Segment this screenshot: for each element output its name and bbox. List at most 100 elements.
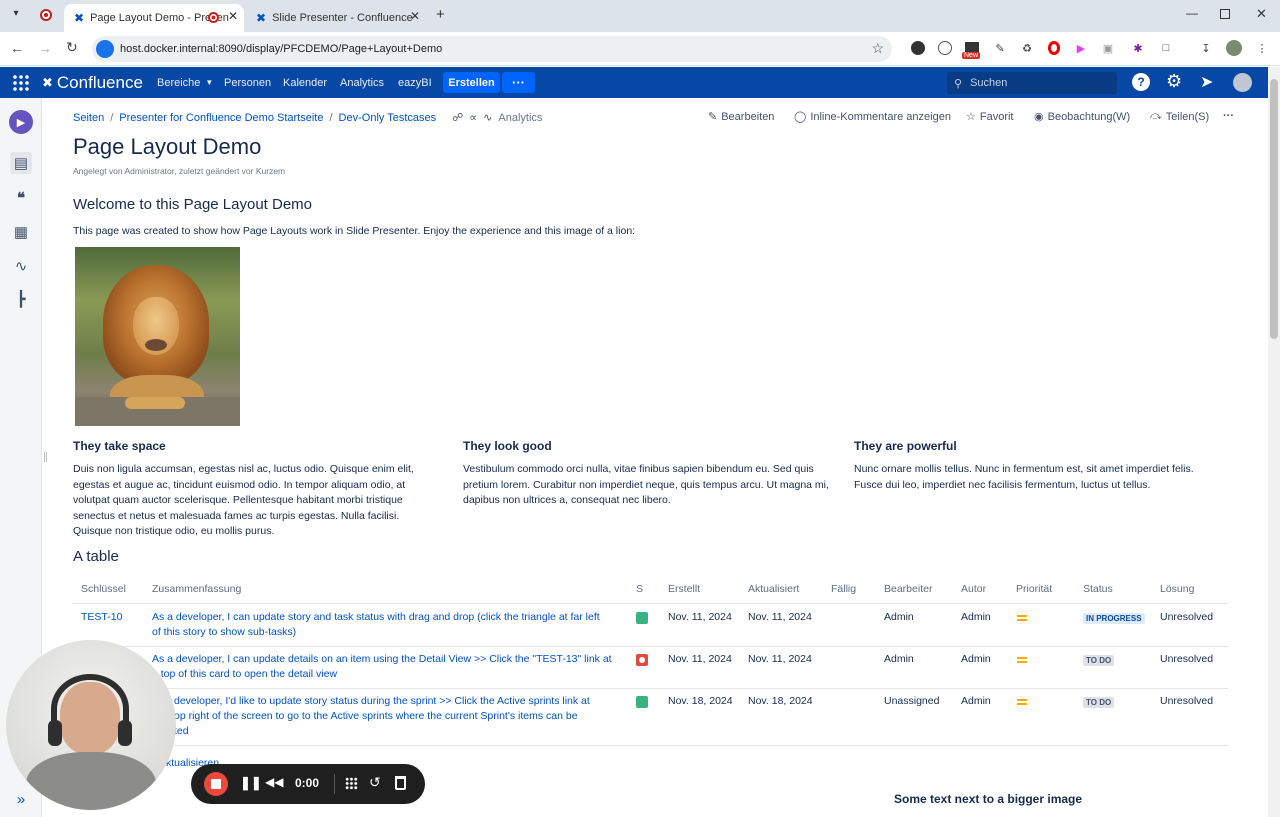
create-button[interactable]: Erstellen: [443, 72, 500, 93]
minimize-icon[interactable]: —: [1186, 6, 1198, 20]
presenter-app-icon[interactable]: ▶: [9, 110, 33, 134]
recording-icon[interactable]: [40, 9, 52, 21]
create-more-button[interactable]: ···: [502, 72, 535, 93]
pages-icon[interactable]: ▤: [10, 152, 32, 174]
watch-button[interactable]: ◉ Beobachtung(W): [1034, 110, 1130, 124]
scrollbar[interactable]: [1268, 67, 1280, 817]
settings-gear-icon[interactable]: ⚙: [1166, 71, 1182, 92]
maximize-icon[interactable]: [1220, 9, 1230, 19]
stop-recording-button[interactable]: [204, 772, 228, 796]
calendar-icon[interactable]: ▦: [10, 221, 32, 243]
favorite-button[interactable]: ☆ Favorit: [966, 110, 1014, 124]
status-badge: TO DO: [1083, 697, 1115, 708]
new-tab-icon[interactable]: +: [436, 6, 445, 23]
search-placeholder: Suchen: [970, 77, 1008, 89]
app-switcher-icon[interactable]: [12, 74, 30, 92]
lion-image[interactable]: [75, 247, 240, 426]
edit-button[interactable]: ✎ Bearbeiten: [708, 110, 774, 124]
summary-link[interactable]: developer, I'd like to update story stat…: [174, 695, 590, 707]
forward-icon[interactable]: →: [38, 40, 52, 56]
address-bar[interactable]: host.docker.internal:8090/display/PFCDEM…: [92, 36, 892, 62]
inline-comments-button[interactable]: ◯ Inline-Kommentare anzeigen: [794, 110, 951, 124]
more-actions-button[interactable]: ···: [1223, 110, 1234, 122]
extension-icon[interactable]: [937, 40, 953, 56]
analytics-icon[interactable]: ∿: [10, 255, 32, 277]
puzzle-icon[interactable]: □: [1158, 40, 1174, 56]
tree-icon[interactable]: ┣: [10, 288, 32, 310]
gear-extension-icon[interactable]: ✱: [1130, 40, 1146, 56]
profile-avatar[interactable]: [1226, 40, 1242, 56]
tab-page-layout-demo[interactable]: ✖ Page Layout Demo - Presen ✕: [64, 4, 244, 32]
breadcrumb-testcases[interactable]: Dev-Only Testcases: [339, 112, 437, 124]
rewind-button[interactable]: ◀◀: [265, 775, 283, 789]
breadcrumb-space-home[interactable]: Presenter for Confluence Demo Startseite: [119, 112, 323, 124]
nav-label: Analytics: [340, 76, 385, 89]
welcome-heading: Welcome to this Page Layout Demo: [73, 196, 313, 213]
col-header-assignee[interactable]: Bearbeiter: [884, 583, 932, 595]
col-header-due[interactable]: Fällig: [831, 583, 856, 595]
extension-icon[interactable]: [910, 40, 926, 56]
summary-link[interactable]: As a developer, I can update story and t…: [152, 611, 600, 623]
nav-personen[interactable]: Personen: [224, 67, 271, 98]
attachment-icon[interactable]: ∝: [469, 111, 477, 124]
unlock-icon[interactable]: ☍: [452, 111, 463, 124]
breadcrumb-seiten[interactable]: Seiten: [73, 112, 104, 124]
col-header-key[interactable]: Schlüssel: [81, 583, 126, 595]
summary-link[interactable]: of this story to show sub-tasks): [152, 626, 296, 638]
trash-icon[interactable]: [395, 776, 406, 790]
col-header-status[interactable]: Status: [1083, 583, 1113, 595]
grid-icon[interactable]: [345, 777, 358, 790]
column-heading: They take space: [73, 439, 166, 453]
close-tab-icon[interactable]: ✕: [228, 9, 238, 23]
pause-button[interactable]: ❚❚: [240, 775, 262, 791]
pen-extension-icon[interactable]: ✎: [992, 40, 1008, 56]
analytics-link[interactable]: Analytics: [498, 112, 542, 124]
col-header-created[interactable]: Erstellt: [668, 583, 700, 595]
user-avatar[interactable]: [1233, 73, 1252, 92]
assignee: Unassigned: [884, 695, 940, 707]
col-header-summary[interactable]: Zusammenfassung: [152, 583, 241, 595]
browser-menu-icon[interactable]: ⋮: [1254, 40, 1270, 56]
recycle-extension-icon[interactable]: ♻: [1019, 40, 1035, 56]
col-header-priority[interactable]: Priorität: [1016, 583, 1052, 595]
col-header-type[interactable]: S: [636, 583, 643, 595]
back-icon[interactable]: ←: [10, 40, 24, 56]
confluence-logo[interactable]: ✖ Confluence: [42, 67, 143, 98]
quote-icon[interactable]: ❝: [10, 187, 32, 209]
help-icon[interactable]: ?: [1132, 73, 1150, 91]
breadcrumb-separator: /: [329, 111, 333, 124]
bookmark-star-icon[interactable]: ☆: [871, 40, 884, 57]
col-header-author[interactable]: Autor: [961, 583, 986, 595]
summary-link[interactable]: op right of the screen to go to the Acti…: [174, 710, 578, 722]
reload-icon[interactable]: ↻: [66, 39, 78, 56]
table-heading: A table: [73, 548, 119, 565]
summary-link[interactable]: e top of this card to open the detail vi…: [152, 668, 337, 680]
close-window-icon[interactable]: ✕: [1256, 6, 1267, 22]
notifications-icon[interactable]: ➤: [1200, 72, 1213, 92]
scrollbar-thumb[interactable]: [1270, 79, 1278, 339]
nav-kalender[interactable]: Kalender: [283, 67, 327, 98]
tab-list-icon[interactable]: ▾: [8, 8, 24, 24]
search-input[interactable]: ⚲ Suchen: [947, 72, 1117, 94]
col-header-updated[interactable]: Aktualisiert: [748, 583, 799, 595]
stop-icon: [211, 779, 221, 789]
close-tab-icon[interactable]: ✕: [410, 9, 420, 23]
issue-key-link[interactable]: TEST-10: [81, 611, 122, 623]
play-extension-icon[interactable]: ▶: [1073, 40, 1089, 56]
webcam-overlay[interactable]: [6, 640, 176, 810]
tab-slide-presenter[interactable]: ✖ Slide Presenter - Confluence ✕: [246, 4, 430, 32]
opera-extension-icon[interactable]: [1046, 40, 1062, 56]
nav-bereiche[interactable]: Bereiche ▼: [157, 67, 213, 98]
download-icon[interactable]: ↧: [1198, 40, 1214, 56]
site-info-icon[interactable]: [96, 40, 114, 58]
nav-eazybi[interactable]: eazyBI: [398, 67, 432, 98]
share-button[interactable]: ⤼ Teilen(S): [1150, 110, 1209, 123]
nav-analytics[interactable]: Analytics: [340, 67, 384, 98]
sidebar-resize-handle[interactable]: [44, 452, 47, 462]
col-header-resolution[interactable]: Lösung: [1160, 583, 1194, 595]
restart-icon[interactable]: ↺: [369, 774, 381, 791]
code-extension-icon[interactable]: ▣: [1100, 40, 1116, 56]
summary-link[interactable]: As a developer, I can update details on …: [152, 653, 612, 665]
summary-link[interactable]: ted: [174, 725, 189, 737]
star-icon: ☆: [966, 111, 976, 123]
